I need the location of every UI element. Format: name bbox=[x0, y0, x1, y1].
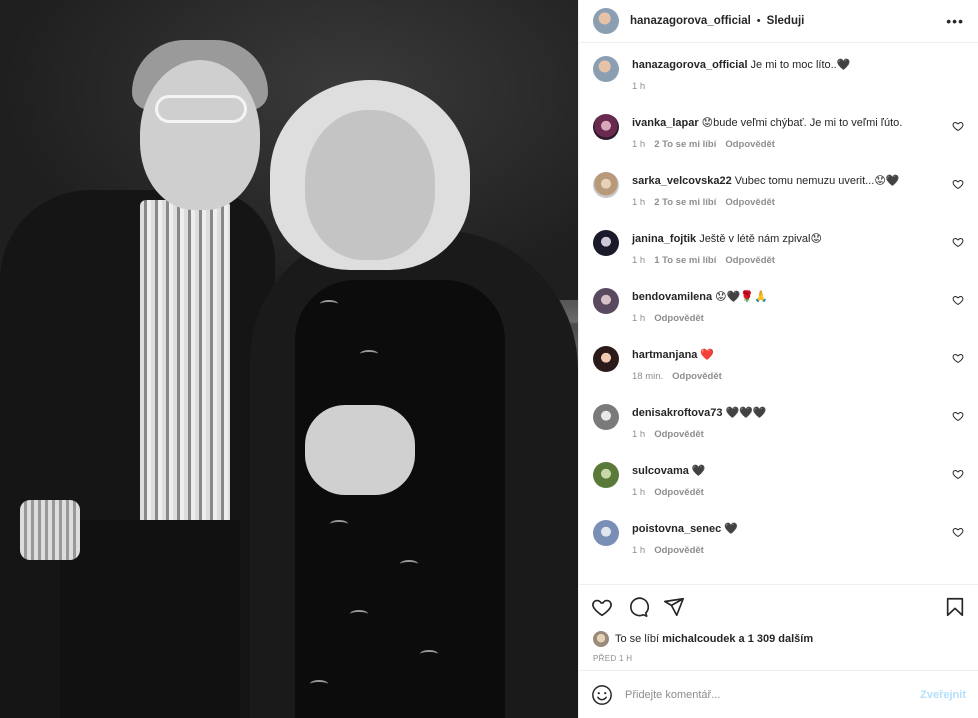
like-comment-heart-icon[interactable] bbox=[952, 120, 964, 132]
comment-time[interactable]: 18 min. bbox=[632, 371, 663, 382]
commenter-avatar[interactable] bbox=[593, 346, 619, 372]
reply-button[interactable]: Odpovědět bbox=[725, 139, 775, 150]
emoji-icon[interactable] bbox=[591, 684, 613, 706]
comment-time[interactable]: 1 h bbox=[632, 313, 645, 324]
post-header: hanazagorova_official • Sleduji ••• bbox=[579, 0, 978, 43]
reply-button[interactable]: Odpovědět bbox=[672, 371, 722, 382]
likes-summary: To se líbí michalcoudek a 1 309 dalším bbox=[579, 628, 978, 650]
author-avatar[interactable] bbox=[593, 8, 619, 34]
caption-time[interactable]: 1 h bbox=[632, 81, 645, 92]
comment-item: denisakroftova73 🖤🖤🖤 1 h Odpovědět bbox=[593, 404, 964, 462]
like-comment-heart-icon[interactable] bbox=[952, 352, 964, 364]
comment-likes[interactable]: 2 To se mi líbí bbox=[654, 139, 716, 150]
bookmark-icon[interactable] bbox=[944, 596, 966, 618]
post-side-panel: hanazagorova_official • Sleduji ••• hana… bbox=[578, 0, 978, 718]
post-actions-bar bbox=[579, 584, 978, 628]
like-comment-heart-icon[interactable] bbox=[952, 294, 964, 306]
comment-bubble-icon[interactable] bbox=[627, 596, 649, 618]
caption-avatar[interactable] bbox=[593, 56, 619, 82]
commenter-username[interactable]: ivanka_lapar bbox=[632, 117, 699, 129]
commenter-username[interactable]: sarka_velcovska22 bbox=[632, 175, 732, 187]
caption-text: Je mi to moc líto..🖤 bbox=[750, 59, 851, 71]
comment-time[interactable]: 1 h bbox=[632, 487, 645, 498]
commenter-avatar[interactable] bbox=[593, 462, 619, 488]
post-comment-button[interactable]: Zveřejnit bbox=[920, 689, 966, 701]
commenter-username[interactable]: poistovna_senec bbox=[632, 523, 721, 535]
header-separator: • bbox=[756, 15, 761, 27]
comment-item: poistovna_senec 🖤 1 h Odpovědět bbox=[593, 520, 964, 578]
commenter-avatar[interactable] bbox=[593, 520, 619, 546]
following-button[interactable]: Sleduji bbox=[767, 15, 805, 27]
like-comment-heart-icon[interactable] bbox=[952, 178, 964, 190]
comment-item: sarka_velcovska22 Vubec tomu nemuzu uveri… bbox=[593, 172, 964, 230]
comments-list[interactable]: hanazagorova_official Je mi to moc líto..… bbox=[579, 43, 978, 584]
commenter-username[interactable]: bendovamilena bbox=[632, 291, 712, 303]
caption: hanazagorova_official Je mi to moc líto..… bbox=[593, 56, 964, 114]
liker-username[interactable]: michalcoudek bbox=[662, 633, 735, 645]
like-comment-heart-icon[interactable] bbox=[952, 526, 964, 538]
comment-text: 🖤 bbox=[691, 465, 706, 477]
comment-time[interactable]: 1 h bbox=[632, 545, 645, 556]
commenter-username[interactable]: sulcovama bbox=[632, 465, 689, 477]
commenter-avatar[interactable] bbox=[593, 172, 619, 198]
like-heart-icon[interactable] bbox=[591, 596, 613, 618]
comment-text: Vubec tomu nemuzu uverit...😟🖤 bbox=[734, 175, 900, 187]
comment-time[interactable]: 1 h bbox=[632, 197, 645, 208]
commenter-username[interactable]: janina_fojtik bbox=[632, 233, 696, 245]
comment-item: bendovamilena 😟🖤🌹🙏 1 h Odpovědět bbox=[593, 288, 964, 346]
author-username[interactable]: hanazagorova_official bbox=[630, 15, 751, 27]
post-photo[interactable] bbox=[0, 0, 578, 718]
comment-item: hartmanjana ❤️ 18 min. Odpovědět bbox=[593, 346, 964, 404]
comment-item: janina_fojtik Ještě v létě nám zpival😟 1 … bbox=[593, 230, 964, 288]
commenter-username[interactable]: hartmanjana bbox=[632, 349, 697, 361]
likes-count[interactable]: a 1 309 dalším bbox=[739, 633, 814, 645]
commenter-avatar[interactable] bbox=[593, 288, 619, 314]
share-send-icon[interactable] bbox=[663, 596, 685, 618]
post-timestamp[interactable]: PŘED 1 H bbox=[579, 650, 978, 670]
liker-avatar[interactable] bbox=[593, 631, 609, 647]
comment-item: ivanka_lapar 😟bude veľmi chýbať. Je mi to… bbox=[593, 114, 964, 172]
reply-button[interactable]: Odpovědět bbox=[654, 545, 704, 556]
more-options-icon[interactable]: ••• bbox=[946, 13, 964, 29]
commenter-avatar[interactable] bbox=[593, 404, 619, 430]
comment-text: 🖤 bbox=[724, 523, 738, 535]
caption-username[interactable]: hanazagorova_official bbox=[632, 59, 748, 71]
comment-text: 🖤🖤🖤 bbox=[725, 407, 767, 419]
comment-time[interactable]: 1 h bbox=[632, 255, 645, 266]
comment-item: sulcovama 🖤 1 h Odpovědět bbox=[593, 462, 964, 520]
commenter-avatar[interactable] bbox=[593, 230, 619, 256]
reply-button[interactable]: Odpovědět bbox=[725, 197, 775, 208]
reply-button[interactable]: Odpovědět bbox=[654, 313, 704, 324]
reply-button[interactable]: Odpovědět bbox=[654, 429, 704, 440]
likes-prefix: To se líbí bbox=[615, 633, 660, 645]
comment-text: ❤️ bbox=[700, 349, 715, 361]
comment-time[interactable]: 1 h bbox=[632, 429, 645, 440]
comment-text: Ještě v létě nám zpival😟 bbox=[699, 233, 822, 245]
commenter-avatar[interactable] bbox=[593, 114, 619, 140]
add-comment-bar: Zveřejnit bbox=[579, 670, 978, 718]
instagram-post-view: hanazagorova_official • Sleduji ••• hana… bbox=[0, 0, 978, 718]
reply-button[interactable]: Odpovědět bbox=[725, 255, 775, 266]
comment-input[interactable] bbox=[625, 688, 921, 701]
comment-time[interactable]: 1 h bbox=[632, 139, 645, 150]
comment-text: 😟bude veľmi chýbať. Je mi to veľmi ľúto. bbox=[701, 117, 903, 129]
like-comment-heart-icon[interactable] bbox=[952, 236, 964, 248]
comment-text: 😟🖤🌹🙏 bbox=[715, 291, 768, 303]
like-comment-heart-icon[interactable] bbox=[952, 410, 964, 422]
comment-likes[interactable]: 1 To se mi líbí bbox=[654, 255, 716, 266]
comment-likes[interactable]: 2 To se mi líbí bbox=[654, 197, 716, 208]
commenter-username[interactable]: denisakroftova73 bbox=[632, 407, 722, 419]
like-comment-heart-icon[interactable] bbox=[952, 468, 964, 480]
reply-button[interactable]: Odpovědět bbox=[654, 487, 704, 498]
